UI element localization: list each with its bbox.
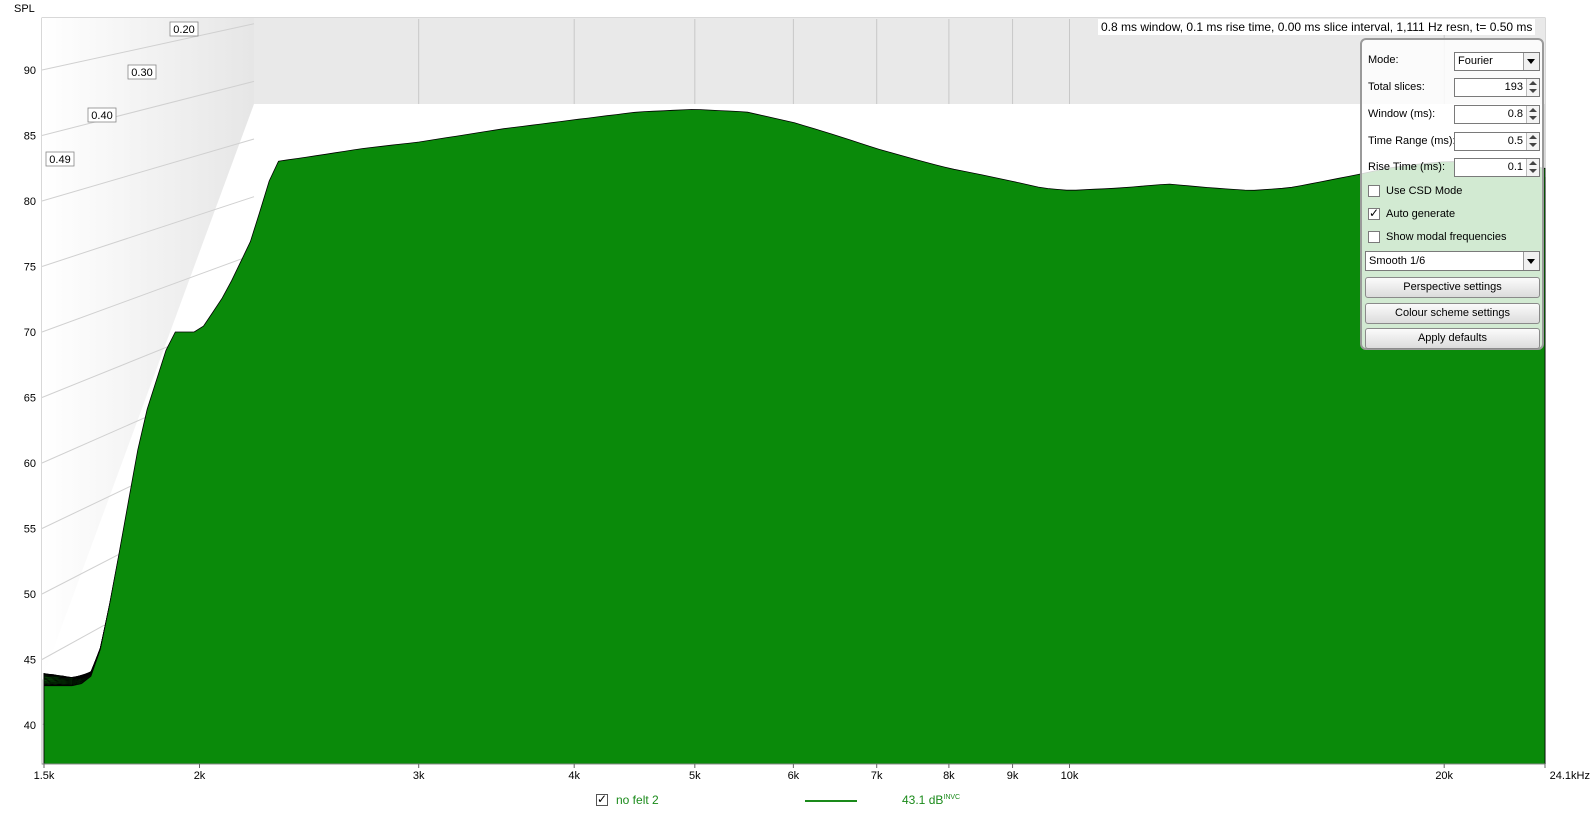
- time-range-input[interactable]: 0.5: [1454, 132, 1540, 151]
- y-tick-label: 60: [24, 458, 36, 470]
- y-tick-label: 40: [24, 720, 36, 732]
- total-slices-label: Total slices:: [1368, 81, 1425, 93]
- y-axis: 40 45 50 55 60 65 70 75 80 85 90: [24, 65, 36, 732]
- show-modal-label: Show modal frequencies: [1386, 231, 1507, 243]
- chart-info-text: 0.8 ms window, 0.1 ms rise time, 0.00 ms…: [1098, 19, 1536, 35]
- window-label: Window (ms):: [1368, 108, 1436, 120]
- chevron-down-icon[interactable]: [1523, 53, 1539, 70]
- waterfall-slices: [42, 109, 1546, 765]
- x-tick-label: 6k: [788, 770, 800, 782]
- time-label-text: 0.20: [173, 24, 194, 36]
- x-axis: 1.5k 2k 3k 4k 5k 6k 7k 8k 9k 10k 20k 24.1kHz: [34, 764, 1590, 782]
- y-tick-label: 80: [24, 196, 36, 208]
- x-tick-label: 1.5k: [34, 770, 55, 782]
- time-label-text: 0.49: [49, 154, 70, 166]
- window-input[interactable]: 0.8: [1454, 105, 1540, 124]
- use-csd-label: Use CSD Mode: [1386, 185, 1463, 197]
- time-label-text: 0.30: [131, 67, 152, 79]
- y-tick-label: 70: [24, 327, 36, 339]
- x-tick-label: 3k: [413, 770, 425, 782]
- y-tick-label: 90: [24, 65, 36, 77]
- mode-select-value: Fourier: [1458, 55, 1493, 67]
- y-tick-label: 75: [24, 262, 36, 274]
- x-tick-label: 7k: [871, 770, 883, 782]
- x-tick-label: 24.1kHz: [1550, 770, 1590, 782]
- show-modal-checkbox[interactable]: [1368, 231, 1380, 243]
- time-label: 0.49: [45, 151, 75, 167]
- apply-defaults-button[interactable]: Apply defaults: [1365, 328, 1540, 349]
- x-tick-label: 8k: [943, 770, 955, 782]
- total-slices-value: 193: [1504, 81, 1523, 93]
- x-tick-label: 4k: [568, 770, 580, 782]
- use-csd-checkbox[interactable]: [1368, 185, 1380, 197]
- rise-time-value: 0.1: [1507, 161, 1523, 173]
- time-range-value: 0.5: [1507, 135, 1523, 147]
- legend-trace-name[interactable]: no felt 2: [616, 793, 659, 807]
- chevron-down-icon[interactable]: [1523, 252, 1539, 270]
- waterfall-slice: [43, 109, 1546, 765]
- colour-scheme-settings-button[interactable]: Colour scheme settings: [1365, 303, 1540, 324]
- time-label: 0.40: [87, 107, 117, 123]
- waterfall-chart: 40 45 50 55 60 65 70 75 80 85 90 1.5k 2k 3k 4k 5k 6k 7k 8…: [14, 3, 1590, 782]
- window-value: 0.8: [1507, 108, 1523, 120]
- time-label: 0.20: [169, 21, 199, 37]
- spinner-arrows-icon[interactable]: [1526, 159, 1539, 176]
- x-tick-label: 20k: [1435, 770, 1453, 782]
- y-axis-title: SPL: [14, 3, 35, 15]
- auto-generate-label: Auto generate: [1386, 208, 1456, 220]
- legend-value-text: 43.1 dB: [902, 793, 944, 807]
- y-tick-label: 85: [24, 131, 36, 143]
- spinner-arrows-icon[interactable]: [1526, 106, 1539, 123]
- legend-line-swatch: [805, 800, 857, 802]
- legend-visibility-checkbox[interactable]: [596, 792, 608, 806]
- smoothing-value: Smooth 1/6: [1369, 255, 1426, 267]
- time-range-label: Time Range (ms):: [1368, 135, 1456, 147]
- x-tick-label: 9k: [1007, 770, 1019, 782]
- total-slices-input[interactable]: 193: [1454, 78, 1540, 97]
- smoothing-select[interactable]: Smooth 1/6: [1365, 251, 1540, 271]
- spinner-arrows-icon[interactable]: [1526, 133, 1539, 150]
- time-label: 0.30: [127, 64, 157, 80]
- perspective-settings-button[interactable]: Perspective settings: [1365, 277, 1540, 298]
- auto-generate-checkbox[interactable]: [1368, 206, 1380, 220]
- legend-value: 43.1 dBINVC: [902, 793, 960, 807]
- y-tick-label: 50: [24, 589, 36, 601]
- mode-label: Mode:: [1368, 54, 1399, 66]
- rise-time-label: Rise Time (ms):: [1368, 161, 1445, 173]
- rise-time-input[interactable]: 0.1: [1454, 158, 1540, 177]
- y-tick-label: 65: [24, 393, 36, 405]
- mode-select[interactable]: Fourier: [1454, 52, 1540, 71]
- waterfall-settings-panel: Mode: Fourier Total slices: 193 Window (…: [1360, 38, 1544, 350]
- x-tick-label: 5k: [689, 770, 701, 782]
- y-tick-label: 55: [24, 524, 36, 536]
- x-tick-label: 2k: [194, 770, 206, 782]
- spinner-arrows-icon[interactable]: [1526, 79, 1539, 96]
- y-tick-label: 45: [24, 655, 36, 667]
- time-label-text: 0.40: [91, 110, 112, 122]
- legend-value-suffix: INVC: [943, 794, 961, 801]
- x-tick-label: 10k: [1061, 770, 1079, 782]
